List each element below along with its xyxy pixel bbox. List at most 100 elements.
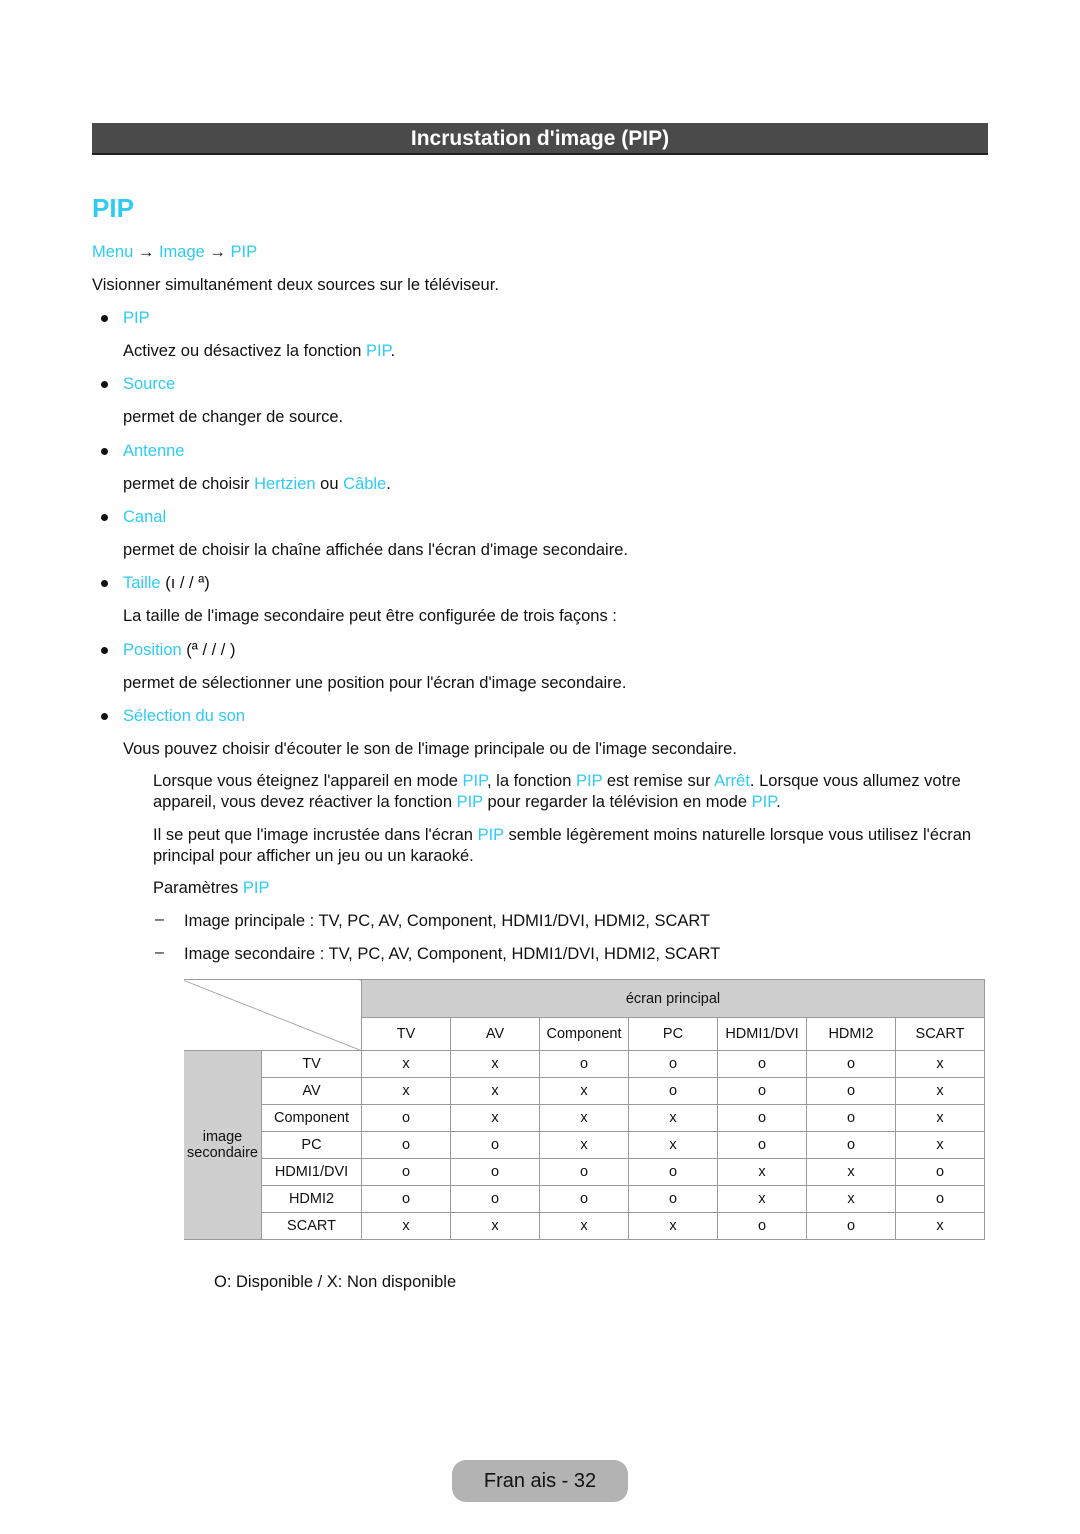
breadcrumb: Menu → Image → PIP bbox=[92, 242, 257, 263]
table-cell: o bbox=[539, 1158, 629, 1186]
table-cell: x bbox=[895, 1050, 985, 1078]
text: La taille de l'image secondaire peut êtr… bbox=[123, 607, 617, 626]
row-header: Component bbox=[261, 1104, 362, 1132]
row-header: AV bbox=[261, 1077, 362, 1105]
option-description: permet de sélectionner une position pour… bbox=[123, 673, 626, 694]
text: ou bbox=[315, 474, 344, 493]
corner-cell bbox=[184, 979, 362, 1051]
option-label: Taille (ı / / ª) bbox=[123, 573, 210, 594]
table-cell: x bbox=[628, 1131, 718, 1159]
bullet-icon bbox=[101, 315, 108, 322]
table-cell: x bbox=[895, 1077, 985, 1105]
menu-link[interactable]: Canal bbox=[123, 508, 166, 526]
table-cell: o bbox=[806, 1077, 896, 1105]
table-cell: x bbox=[450, 1104, 540, 1132]
text: . bbox=[776, 793, 781, 811]
table-cell: o bbox=[628, 1185, 718, 1213]
page-title-bar: Incrustation d'image (PIP) bbox=[92, 123, 988, 155]
table-cell: o bbox=[450, 1185, 540, 1213]
column-header: HDMI1/DVI bbox=[717, 1017, 807, 1051]
menu-link[interactable]: Antenne bbox=[123, 442, 184, 460]
table-cell: o bbox=[806, 1104, 896, 1132]
table-cell: o bbox=[806, 1050, 896, 1078]
menu-link[interactable]: Câble bbox=[343, 475, 386, 493]
menu-link[interactable]: Menu bbox=[92, 243, 133, 261]
menu-link[interactable]: PIP bbox=[457, 793, 483, 811]
option-label: Position (ª / / / ) bbox=[123, 640, 235, 661]
text: est remise sur bbox=[602, 772, 715, 790]
table-cell: o bbox=[717, 1131, 807, 1159]
page: Incrustation d'image (PIP) PIP Menu → Im… bbox=[0, 0, 1080, 1534]
table-cell: o bbox=[539, 1185, 629, 1213]
table-cell: x bbox=[895, 1212, 985, 1240]
table-legend: O: Disponible / X: Non disponible bbox=[214, 1273, 457, 1291]
option-description: Activez ou désactivez la fonction PIP. bbox=[123, 341, 395, 362]
menu-link[interactable]: Hertzien bbox=[254, 475, 315, 493]
table-cell: x bbox=[539, 1077, 629, 1105]
text: . bbox=[386, 474, 391, 493]
table-cell: o bbox=[806, 1131, 896, 1159]
table-cell: x bbox=[717, 1158, 807, 1186]
page-number-badge: Fran ais - 32 bbox=[452, 1460, 628, 1502]
table-cell: x bbox=[361, 1077, 451, 1105]
option-label: Antenne bbox=[123, 441, 184, 462]
menu-link[interactable]: PIP bbox=[243, 879, 270, 897]
table-cell: x bbox=[895, 1131, 985, 1159]
table-cell: o bbox=[450, 1158, 540, 1186]
intro-text: Visionner simultanément deux sources sur… bbox=[92, 276, 499, 294]
table-cell: x bbox=[450, 1212, 540, 1240]
text: permet de choisir la chaîne affichée dan… bbox=[123, 540, 628, 559]
option-description: permet de choisir Hertzien ou Câble. bbox=[123, 474, 391, 495]
option-description: permet de changer de source. bbox=[123, 407, 343, 428]
menu-link[interactable]: PIP bbox=[478, 826, 504, 844]
menu-link[interactable]: PIP bbox=[123, 309, 150, 327]
menu-link[interactable]: PIP bbox=[752, 793, 776, 811]
dash-marker: – bbox=[155, 944, 164, 961]
table-cell: o bbox=[806, 1212, 896, 1240]
table-cell: x bbox=[539, 1131, 629, 1159]
table-cell: o bbox=[717, 1050, 807, 1078]
column-header: TV bbox=[361, 1017, 451, 1051]
option-label: Source bbox=[123, 374, 175, 395]
menu-link[interactable]: Source bbox=[123, 375, 175, 393]
row-header: HDMI1/DVI bbox=[261, 1158, 362, 1186]
dash-marker: – bbox=[155, 911, 164, 928]
table-cell: o bbox=[717, 1212, 807, 1240]
table-cell: o bbox=[628, 1158, 718, 1186]
text: permet de sélectionner une position pour… bbox=[123, 673, 627, 692]
table-cell: o bbox=[539, 1050, 629, 1078]
menu-link[interactable]: Sélection du son bbox=[123, 707, 245, 725]
menu-link[interactable]: Image bbox=[159, 243, 205, 261]
menu-link[interactable]: PIP bbox=[366, 342, 390, 360]
text: Lorsque vous éteignez l'appareil en mode bbox=[153, 772, 463, 790]
option-label: PIP bbox=[123, 308, 150, 329]
row-header: SCART bbox=[261, 1212, 362, 1240]
table-cell: x bbox=[361, 1212, 451, 1240]
menu-link[interactable]: PIP bbox=[576, 772, 602, 790]
menu-link[interactable]: PIP bbox=[463, 772, 487, 790]
text: . bbox=[390, 342, 396, 360]
option-description: Vous pouvez choisir d'écouter le son de … bbox=[123, 739, 737, 760]
text: Vous pouvez choisir d'écouter le son de … bbox=[123, 739, 737, 758]
text: , la fonction bbox=[487, 772, 576, 790]
menu-link[interactable]: Position bbox=[123, 641, 182, 659]
table-cell: x bbox=[450, 1077, 540, 1105]
table-cell: x bbox=[628, 1212, 718, 1240]
option-label: Canal bbox=[123, 507, 166, 528]
table-cell: x bbox=[895, 1104, 985, 1132]
table-cell: o bbox=[361, 1131, 451, 1159]
table-cell: o bbox=[361, 1185, 451, 1213]
column-header: SCART bbox=[895, 1017, 985, 1051]
row-header: HDMI2 bbox=[261, 1185, 362, 1213]
text: → bbox=[133, 243, 159, 261]
table-cell: o bbox=[717, 1104, 807, 1132]
table-cell: o bbox=[361, 1104, 451, 1132]
table-cell: x bbox=[539, 1104, 629, 1132]
table-cell: o bbox=[628, 1077, 718, 1105]
menu-link[interactable]: PIP bbox=[230, 243, 257, 261]
menu-link[interactable]: Arrêt bbox=[714, 772, 750, 790]
table-cell: x bbox=[539, 1212, 629, 1240]
note-1: Lorsque vous éteignez l'appareil en mode… bbox=[153, 771, 993, 813]
note-3: Paramètres PIP bbox=[153, 878, 269, 899]
menu-link[interactable]: Taille bbox=[123, 574, 161, 592]
